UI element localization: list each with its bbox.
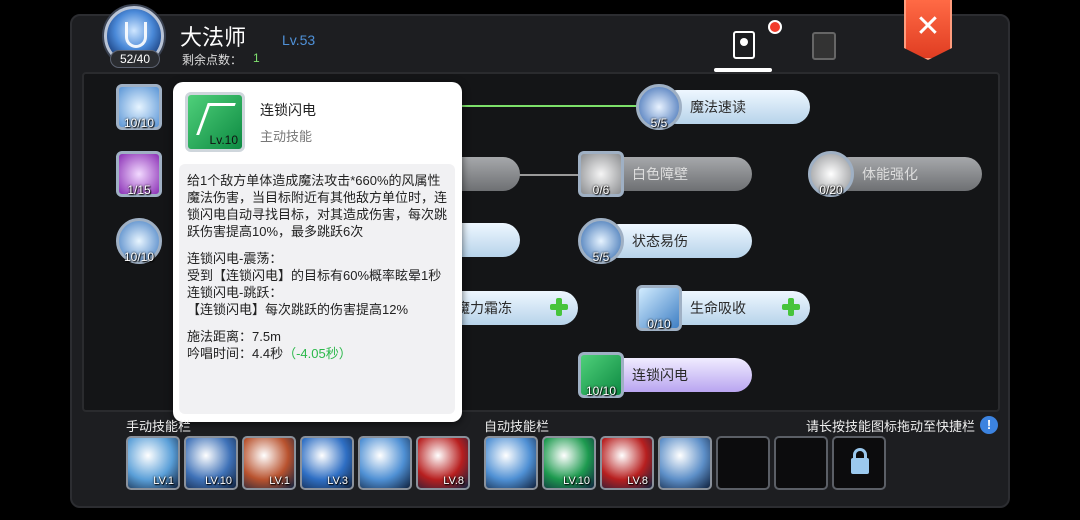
skill-count: 5/5 xyxy=(650,116,668,130)
skill-node-white-barrier[interactable]: 白色障壁 0/6 xyxy=(578,151,754,197)
empty-slot[interactable] xyxy=(774,436,828,490)
manual-skill-slot[interactable]: LV.8 xyxy=(416,436,470,490)
add-point-icon[interactable] xyxy=(550,298,568,316)
locked-slot[interactable] xyxy=(832,436,886,490)
rune1-title: 连锁闪电-震荡： xyxy=(187,251,283,266)
skill-node-chain-lightning[interactable]: 连锁闪电 10/10 xyxy=(578,352,754,398)
slot-level: LV.1 xyxy=(269,475,290,487)
range-value: 7.5m xyxy=(252,329,281,344)
manual-skill-slot[interactable]: LV.1 xyxy=(126,436,180,490)
tooltip-skill-type: 主动技能 xyxy=(260,129,313,144)
manual-skill-slot[interactable]: LV.1 xyxy=(242,436,296,490)
tooltip-description-box[interactable]: 给1个敌方单体造成魔法攻击*660%的风属性魔法伤害，当目标附近有其他敌方单位时… xyxy=(179,164,455,414)
rune2-desc: 【连锁闪电】每次跳跃的伤害提高12% xyxy=(187,302,409,317)
empty-slot[interactable] xyxy=(716,436,770,490)
tab-skill-book[interactable] xyxy=(714,24,772,72)
cast-label: 吟唱时间： xyxy=(187,346,253,361)
tooltip-skill-level: Lv.10 xyxy=(209,133,238,147)
cast-value: 4.4秒 xyxy=(252,346,284,361)
range-label: 施法距离： xyxy=(187,329,253,344)
tooltip-skill-name: 连锁闪电 xyxy=(260,102,316,118)
skill-label-bar xyxy=(460,223,520,257)
skill-count: 10/10 xyxy=(123,116,155,130)
class-name: 大法师 xyxy=(180,25,247,50)
manual-bar-label: 手动技能栏 xyxy=(126,419,192,434)
skill-node-life-drain[interactable]: 生命吸收 0/10 xyxy=(636,285,812,331)
lock-body xyxy=(851,458,869,474)
skill-count: 0/10 xyxy=(647,317,671,331)
lightning-icon: Lv.10 xyxy=(185,92,245,152)
skill-label: 魔法速读 xyxy=(660,90,810,124)
points-value: 1 xyxy=(253,51,260,65)
slot-level: LV.3 xyxy=(327,475,348,487)
rune2-title: 连锁闪电-跳跃： xyxy=(187,285,283,300)
skill-count: 0/6 xyxy=(592,183,610,197)
close-icon: ✕ xyxy=(915,10,941,43)
slot-level: LV.1 xyxy=(153,475,174,487)
cast-time-row: 吟唱时间：4.4秒（-4.05秒） xyxy=(187,345,447,362)
bolt-glyph xyxy=(196,103,236,135)
auto-skill-slot[interactable] xyxy=(484,436,538,490)
slot-level: LV.10 xyxy=(563,475,590,487)
avatar-counter: 52/40 xyxy=(110,50,160,68)
skill-node-magic-speed-read[interactable]: 魔法速读 5/5 xyxy=(636,84,812,130)
manual-skill-slot[interactable] xyxy=(358,436,412,490)
skill-count: 10/10 xyxy=(123,250,155,264)
close-button[interactable]: ✕ xyxy=(904,0,952,60)
tree-link xyxy=(460,105,640,107)
skill-node[interactable]: 1/15 xyxy=(116,151,176,197)
info-icon[interactable]: ! xyxy=(980,416,998,434)
tab-secondary-book[interactable] xyxy=(812,32,836,60)
skill-count: 10/10 xyxy=(585,384,617,398)
skill-count: 1/15 xyxy=(127,183,151,197)
cast-range-row: 施法距离：7.5m xyxy=(187,328,447,345)
skill-label: 连锁闪电 xyxy=(602,358,752,392)
manual-skill-slot[interactable]: LV.3 xyxy=(300,436,354,490)
skill-node[interactable]: 10/10 xyxy=(116,84,176,130)
skill-node-status-vulnerable[interactable]: 状态易伤 5/5 xyxy=(578,218,754,264)
auto-skill-slot[interactable]: LV.8 xyxy=(600,436,654,490)
skill-tooltip: Lv.10 连锁闪电 主动技能 给1个敌方单体造成魔法攻击*660%的风属性魔法… xyxy=(173,82,462,422)
class-level: Lv.53 xyxy=(282,32,316,48)
cast-bonus: （-4.05秒） xyxy=(283,346,352,361)
tooltip-description: 给1个敌方单体造成魔法攻击*660%的风属性魔法伤害，当目标附近有其他敌方单位时… xyxy=(187,173,448,239)
slot-level: LV.8 xyxy=(627,475,648,487)
skill-node[interactable]: 10/10 xyxy=(116,218,176,264)
tab-active-indicator xyxy=(714,68,772,72)
skill-book-icon xyxy=(733,31,755,59)
add-point-icon[interactable] xyxy=(782,298,800,316)
points-label: 剩余点数： xyxy=(182,53,243,67)
slot-level: LV.8 xyxy=(443,475,464,487)
slot-level: LV.10 xyxy=(205,475,232,487)
skill-label: 白色障壁 xyxy=(602,157,752,191)
notification-dot xyxy=(768,20,782,34)
skill-count: 0/20 xyxy=(819,183,843,197)
skill-label-bar xyxy=(460,157,520,191)
skill-label: 状态易伤 xyxy=(602,224,752,258)
rune1-desc: 受到【连锁闪电】的目标有60%概率眩晕1秒 xyxy=(187,268,442,283)
skill-count: 5/5 xyxy=(592,250,610,264)
skill-label: 体能强化 xyxy=(832,157,982,191)
tree-link xyxy=(518,174,582,176)
skill-node-stamina-boost[interactable]: 体能强化 0/20 xyxy=(808,151,984,197)
phoenix-emblem-icon xyxy=(125,22,147,48)
auto-skill-slot[interactable] xyxy=(658,436,712,490)
manual-skill-slot[interactable]: LV.10 xyxy=(184,436,238,490)
drag-hint: 请长按技能图标拖动至快捷栏 xyxy=(806,419,976,434)
auto-skill-slot[interactable]: LV.10 xyxy=(542,436,596,490)
auto-bar-label: 自动技能栏 xyxy=(484,419,550,434)
